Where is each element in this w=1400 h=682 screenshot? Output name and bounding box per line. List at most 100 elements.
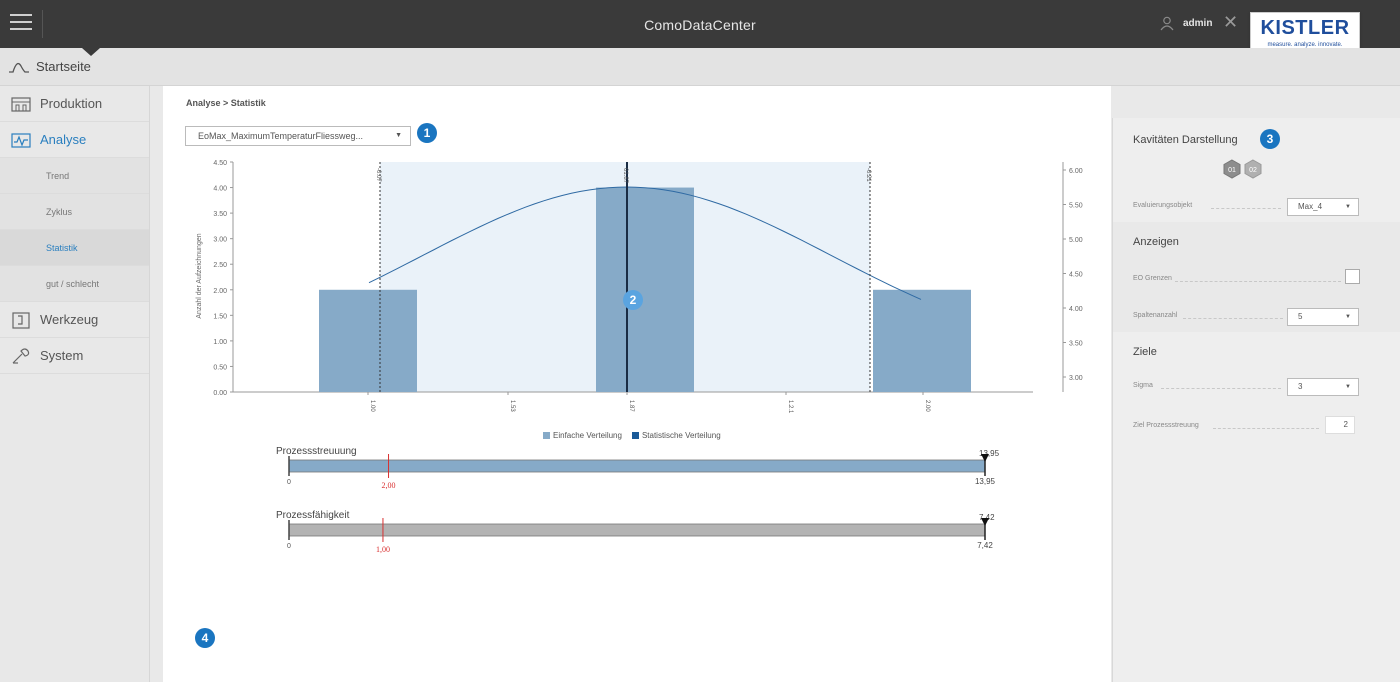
y-tick-label: 3.50 bbox=[213, 211, 227, 218]
spaltenanzahl-select[interactable]: 5 ▼ bbox=[1287, 308, 1359, 326]
meter-bar bbox=[288, 459, 986, 473]
eval-object-select[interactable]: Max_4 ▼ bbox=[1287, 198, 1359, 216]
ziel-prozessstreuung-input[interactable]: 2 bbox=[1325, 416, 1355, 434]
select-value: EoMax_MaximumTemperaturFliessweg... bbox=[198, 131, 364, 141]
sidebar-item-system[interactable]: System bbox=[0, 338, 149, 374]
legend-item: Statistische Verteilung bbox=[631, 431, 721, 440]
y-tick-label: 1.00 bbox=[213, 339, 227, 346]
y-tick-label: 1.50 bbox=[213, 313, 227, 320]
y-tick-label: 0.50 bbox=[213, 364, 227, 371]
meter-top-label: 13,95 bbox=[979, 449, 1000, 458]
x-tick-label: 1.53 bbox=[509, 400, 515, 412]
analysis-icon bbox=[11, 132, 31, 148]
anzeigen-section: Anzeigen EO Grenzen Spaltenanzahl 5 ▼ bbox=[1113, 222, 1400, 332]
dotted-leader bbox=[1175, 281, 1341, 282]
legend-swatch bbox=[631, 432, 639, 440]
eo-grenzen-checkbox[interactable] bbox=[1345, 269, 1360, 284]
kavitaeten-title: Kavitäten Darstellung bbox=[1133, 134, 1238, 146]
select-value: Max_4 bbox=[1298, 202, 1323, 211]
ziel-prozessstreuung-label: Ziel Prozessstreuung bbox=[1133, 422, 1199, 429]
home-curve-icon bbox=[9, 62, 29, 73]
x-tick-label: 1.87 bbox=[628, 400, 634, 412]
eo-grenzen-label: EO Grenzen bbox=[1133, 275, 1172, 282]
legend-item: Einfache Verteilung bbox=[543, 431, 622, 440]
user-icon[interactable] bbox=[1160, 16, 1174, 31]
y-tick-label: 3.00 bbox=[213, 237, 227, 244]
vline-label: -0.07 bbox=[375, 168, 381, 182]
x-tick-label: 2.00 bbox=[924, 400, 930, 412]
histogram-bar bbox=[319, 289, 417, 392]
callout-badge-2: 2 bbox=[623, 290, 643, 310]
sidebar-item-analyse[interactable]: Analyse bbox=[0, 122, 149, 158]
y2-tick-label: 3.50 bbox=[1069, 341, 1083, 348]
sidebar-item-label: Produktion bbox=[40, 96, 103, 111]
caret-pointer bbox=[82, 48, 100, 56]
evaluation-object-select[interactable]: EoMax_MaximumTemperaturFliessweg... ▼ bbox=[185, 126, 411, 146]
sidebar-item-produktion[interactable]: Produktion bbox=[0, 86, 149, 122]
breadcrumb: Analyse > Statistik bbox=[186, 98, 266, 108]
dotted-leader bbox=[1213, 428, 1319, 429]
legend-label: Einfache Verteilung bbox=[553, 431, 622, 440]
user-name[interactable]: admin bbox=[1183, 18, 1212, 29]
sidebar-subitem-gut-schlecht[interactable]: gut / schlecht bbox=[0, 266, 149, 302]
legend-label: Statistische Verteilung bbox=[641, 431, 721, 440]
eval-object-label: Evaluierungsobjekt bbox=[1133, 202, 1193, 209]
startseite-label: Startseite bbox=[36, 58, 91, 74]
cavity-label: 01 bbox=[1228, 167, 1236, 174]
process-capability-meter: 7,421,000 7,42 bbox=[287, 513, 995, 554]
startseite-link[interactable]: Startseite bbox=[8, 58, 91, 74]
home-bar: Startseite bbox=[0, 48, 1400, 86]
sidebar-item-werkzeug[interactable]: Werkzeug bbox=[0, 302, 149, 338]
meter-max-label: 13,95 bbox=[975, 477, 996, 486]
y2-tick-label: 4.00 bbox=[1069, 306, 1083, 313]
y2-tick-label: 6.00 bbox=[1069, 168, 1083, 175]
y-tick-label: 2.50 bbox=[213, 262, 227, 269]
vline-label: 01.87 bbox=[622, 168, 628, 184]
vline-label: -0.21 bbox=[865, 168, 871, 182]
meter-target-label: 2,00 bbox=[382, 481, 396, 490]
dotted-leader bbox=[1211, 208, 1281, 209]
y-tick-label: 4.00 bbox=[213, 186, 227, 193]
chevron-down-icon: ▼ bbox=[1345, 204, 1351, 210]
sidebar-subitem-zyklus[interactable]: Zyklus bbox=[0, 194, 149, 230]
top-bar: ComoDataCenter admin ✕ KISTLER measure. … bbox=[0, 0, 1400, 60]
y2-tick-label: 4.50 bbox=[1069, 272, 1083, 279]
dotted-leader bbox=[1183, 318, 1283, 319]
wrench-icon bbox=[12, 347, 30, 364]
histogram-bar bbox=[596, 187, 694, 392]
legend-swatch bbox=[543, 432, 550, 440]
logo-brand: KISTLER bbox=[1260, 17, 1350, 39]
sidebar-item-label: Werkzeug bbox=[40, 312, 99, 327]
sidebar-item-label: System bbox=[40, 348, 84, 363]
anzeigen-title: Anzeigen bbox=[1133, 236, 1179, 248]
settings-panel: Kavitäten Darstellung 3 01 02 Evaluierun… bbox=[1112, 118, 1400, 682]
cavity-01-hex-icon[interactable]: 01 bbox=[1223, 159, 1241, 179]
spaltenanzahl-label: Spaltenanzahl bbox=[1133, 312, 1178, 319]
select-value: 5 bbox=[1298, 312, 1303, 321]
y2-tick-label: 5.00 bbox=[1069, 237, 1083, 244]
meter-max-label: 7,42 bbox=[977, 541, 993, 550]
y-axis-label: Anzahl der Aufzeichnungen bbox=[196, 233, 203, 318]
factory-icon bbox=[11, 96, 31, 112]
sigma-select[interactable]: 3 ▼ bbox=[1287, 378, 1359, 396]
meter-target-label: 1,00 bbox=[376, 545, 390, 554]
sidebar-subitem-trend[interactable]: Trend bbox=[0, 158, 149, 194]
sidebar-item-label: Analyse bbox=[40, 132, 87, 147]
cavity-label: 02 bbox=[1249, 167, 1257, 174]
histogram-bar bbox=[873, 289, 971, 392]
sigma-label: Sigma bbox=[1133, 382, 1153, 389]
y-tick-label: 4.50 bbox=[213, 160, 227, 167]
y2-tick-label: 3.00 bbox=[1069, 375, 1083, 382]
main-panel: Analyse > Statistik EoMax_MaximumTempera… bbox=[163, 86, 1111, 682]
meter-min-label: 0 bbox=[287, 543, 291, 550]
ziele-title: Ziele bbox=[1133, 346, 1157, 358]
y2-tick-label: 5.50 bbox=[1069, 203, 1083, 210]
callout-badge-3: 3 bbox=[1260, 129, 1280, 149]
cavity-02-hex-icon[interactable]: 02 bbox=[1244, 159, 1262, 179]
x-tick-label: 1.2.1 bbox=[787, 400, 793, 414]
sidebar: Produktion Analyse Trend Zyklus Statisti… bbox=[0, 86, 150, 682]
sidebar-subitem-statistik[interactable]: Statistik bbox=[0, 230, 149, 266]
x-tick-label: 1.00 bbox=[369, 400, 375, 412]
close-icon[interactable]: ✕ bbox=[1223, 12, 1238, 33]
meter-bar bbox=[288, 523, 986, 537]
